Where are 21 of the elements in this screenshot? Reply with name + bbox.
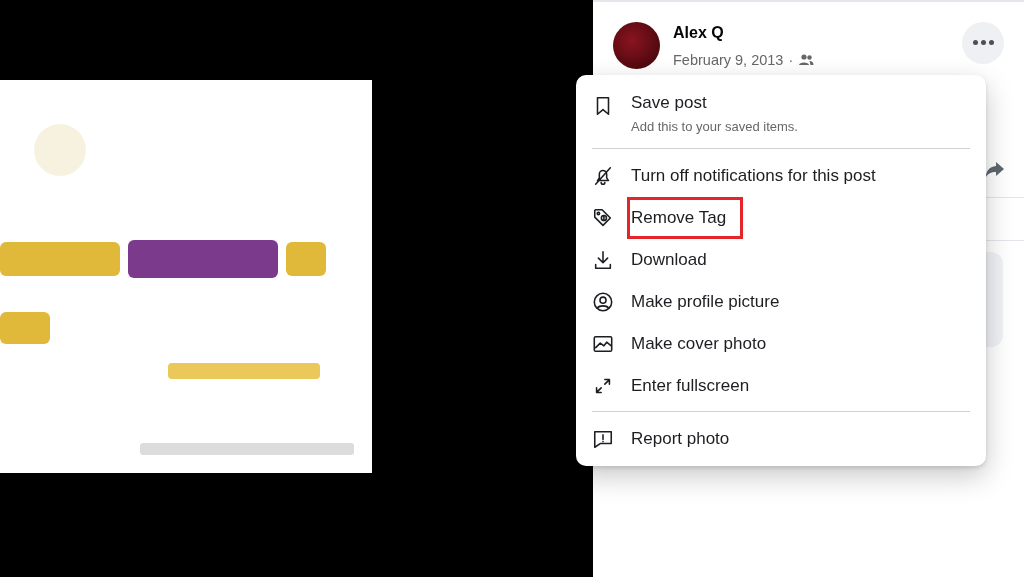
menu-item[interactable]: Make cover photo	[628, 329, 770, 359]
more-options-button[interactable]	[962, 21, 1004, 64]
menu-item-description: Add this to your saved items.	[631, 119, 798, 134]
people-icon	[798, 53, 815, 66]
avatar[interactable]	[613, 22, 660, 69]
menu-item[interactable]: Enter fullscreen	[628, 371, 753, 401]
menu-item[interactable]: Report photo	[628, 424, 733, 454]
bell-off-icon	[592, 165, 614, 187]
separator-dot: ·	[788, 51, 794, 68]
image-icon	[592, 333, 614, 355]
tag-icon	[592, 207, 614, 229]
download-icon	[592, 249, 614, 271]
menu-item[interactable]: Make profile picture	[628, 287, 783, 317]
menu-item[interactable]: Turn off notifications for this post	[628, 161, 879, 191]
report-icon	[592, 428, 614, 450]
menu-item[interactable]: Download	[628, 245, 710, 275]
author-name[interactable]: Alex Q	[673, 23, 949, 42]
menu-item[interactable]: Save post	[628, 88, 801, 118]
post-date[interactable]: February 9, 2013	[673, 51, 784, 68]
menu-item[interactable]: Remove Tag	[627, 197, 744, 239]
user-circle-icon	[592, 291, 614, 313]
